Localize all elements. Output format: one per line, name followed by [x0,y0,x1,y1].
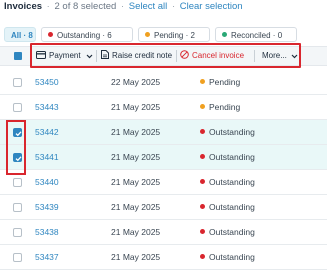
status-cell: Outstanding [200,245,255,270]
invoice-number[interactable]: 53439 [35,195,59,220]
outstanding-dot-icon [48,32,53,37]
status-label: Pending [209,77,241,87]
table-row[interactable]: 53442 21 May 2025 Outstanding [0,120,327,145]
tab-outstanding[interactable]: Outstanding · 6 [41,27,133,42]
payment-label: Payment [49,51,81,60]
status-label: Outstanding [209,127,255,137]
tab-pending[interactable]: Pending · 2 [138,27,210,42]
chevron-down-icon [291,54,298,59]
invoice-number[interactable]: 53443 [35,95,59,120]
separator: · [46,1,50,12]
status-label: Outstanding [209,202,255,212]
invoice-date: 21 May 2025 [111,227,161,237]
status-label: Outstanding [209,152,255,162]
invoice-date: 21 May 2025 [111,102,161,112]
row-checkbox[interactable] [13,103,22,112]
more-button[interactable]: More... [262,50,298,62]
selected-count: 2 of 8 selected [54,1,117,12]
invoice-number[interactable]: 53450 [35,70,59,95]
status-dot-icon [200,79,205,84]
table-row[interactable]: 53437 21 May 2025 Outstanding [0,245,327,270]
status-cell: Outstanding [200,195,255,220]
invoice-date: 21 May 2025 [111,202,161,212]
status-dot-icon [200,204,205,209]
cancel-icon [180,50,189,59]
status-dot-icon [200,154,205,159]
status-label: Outstanding [209,177,255,187]
invoice-number[interactable]: 53441 [35,145,59,170]
status-cell: Outstanding [200,120,255,145]
status-dot-icon [200,229,205,234]
reconciled-dot-icon [222,32,227,37]
tab-pending-label: Pending · 2 [154,31,195,40]
status-label: Outstanding [209,252,255,262]
row-checkbox[interactable] [13,78,22,87]
status-dot-icon [200,129,205,134]
status-dot-icon [200,179,205,184]
pending-dot-icon [145,32,150,37]
status-cell: Outstanding [200,145,255,170]
page-title: Invoices [4,1,43,12]
select-all-checkbox[interactable] [14,52,22,60]
select-all-link[interactable]: Select all [129,1,168,12]
status-cell: Outstanding [200,170,255,195]
separator: · [120,1,125,12]
invoice-date: 21 May 2025 [111,177,161,187]
toolbar-divider [176,50,177,62]
invoice-date: 21 May 2025 [111,252,161,262]
status-cell: Pending [200,70,240,95]
status-label: Pending [209,102,241,112]
status-label: Outstanding [209,227,255,237]
status-dot-icon [200,104,205,109]
chevron-down-icon [86,54,93,59]
payment-button[interactable]: Payment [36,50,93,62]
raise-credit-note-label: Raise credit note [112,51,173,60]
invoice-number[interactable]: 53437 [35,245,59,270]
invoice-date: 21 May 2025 [111,152,161,162]
document-icon [101,50,109,59]
payment-icon [36,51,46,59]
status-cell: Outstanding [200,220,255,245]
checkbox-highlight-box [6,120,26,175]
tab-all[interactable]: All · 8 [4,27,36,42]
table-row[interactable]: 53438 21 May 2025 Outstanding [0,220,327,245]
status-cell: Pending [200,95,240,120]
selection-header: Invoices · 2 of 8 selected · Select all … [4,0,243,14]
tab-outstanding-label: Outstanding · 6 [57,31,112,40]
status-dot-icon [200,254,205,259]
raise-credit-note-button[interactable]: Raise credit note [101,50,172,62]
tab-reconciled-label: Reconciled · 0 [231,31,283,40]
clear-selection-link[interactable]: Clear selection [180,1,243,12]
cancel-invoice-button[interactable]: Cancel invoice [180,50,244,62]
toolbar-divider [254,50,255,62]
invoice-date: 21 May 2025 [111,127,161,137]
toolbar-divider [96,50,97,62]
row-checkbox[interactable] [13,253,22,262]
tab-all-label: All · 8 [11,31,33,40]
more-label: More... [262,51,287,60]
invoice-number[interactable]: 53438 [35,220,59,245]
tab-reconciled[interactable]: Reconciled · 0 [215,27,297,42]
row-checkbox[interactable] [13,228,22,237]
table-row[interactable]: 53450 22 May 2025 Pending [0,70,327,95]
row-checkbox[interactable] [13,178,22,187]
table-row[interactable]: 53443 21 May 2025 Pending [0,95,327,120]
table-row[interactable]: 53439 21 May 2025 Outstanding [0,195,327,220]
invoice-number[interactable]: 53442 [35,120,59,145]
row-checkbox[interactable] [13,203,22,212]
invoice-number[interactable]: 53440 [35,170,59,195]
separator: · [171,1,176,12]
table-row[interactable]: 53440 21 May 2025 Outstanding [0,170,327,195]
invoice-date: 22 May 2025 [111,77,161,87]
table-row[interactable]: 53441 21 May 2025 Outstanding [0,145,327,170]
cancel-invoice-label: Cancel invoice [192,51,245,60]
